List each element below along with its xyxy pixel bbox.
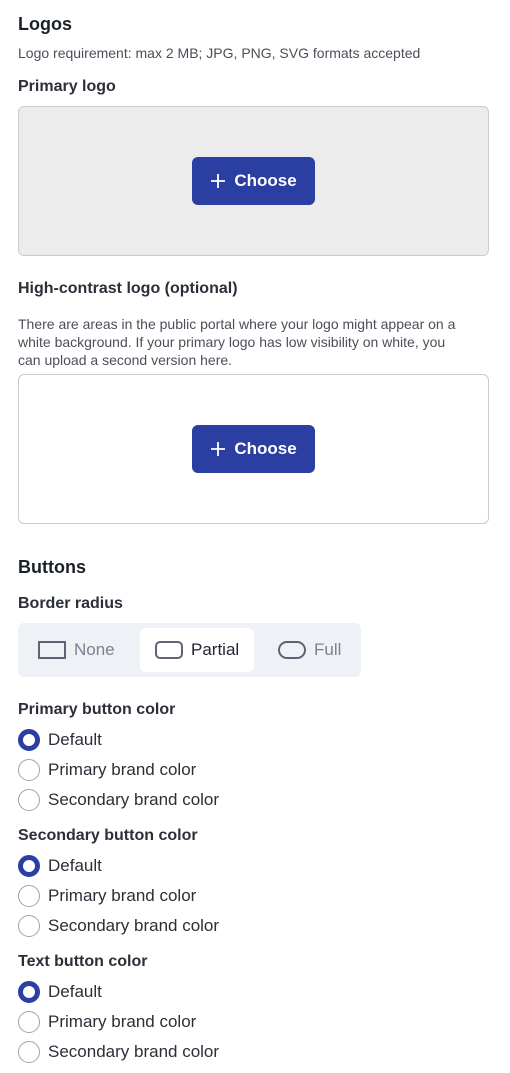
radio-unselected[interactable] <box>18 915 40 937</box>
primary-logo-choose-button[interactable]: Choose <box>192 157 315 205</box>
secondary-color-option-primary-brand[interactable]: Primary brand color <box>18 884 196 908</box>
radio-label: Primary brand color <box>48 760 197 779</box>
buttons-heading: Buttons <box>18 557 86 577</box>
radio-selected[interactable] <box>18 981 40 1003</box>
high-contrast-desc-line: There are areas in the public portal whe… <box>18 316 456 332</box>
radius-option-none[interactable]: None <box>38 628 148 672</box>
rounded-corner-icon <box>155 641 183 659</box>
text-button-color-label: Text button color <box>18 953 148 970</box>
radius-option-label: Full <box>314 640 342 659</box>
radio-selected[interactable] <box>18 855 40 877</box>
high-contrast-desc-line: can upload a second version here. <box>18 352 233 368</box>
radio-label: Primary brand color <box>48 886 197 905</box>
radius-option-label: None <box>74 640 115 659</box>
radio-unselected[interactable] <box>18 759 40 781</box>
primary-logo-label: Primary logo <box>18 78 116 95</box>
radio-selected[interactable] <box>18 729 40 751</box>
high-contrast-logo-label: High-contrast logo (optional) <box>18 280 238 297</box>
plus-icon <box>211 442 226 456</box>
choose-button-label: Choose <box>234 171 297 190</box>
text-color-option-default[interactable]: Default <box>18 980 102 1004</box>
radio-unselected[interactable] <box>18 789 40 811</box>
plus-icon <box>211 174 226 188</box>
border-radius-label: Border radius <box>18 595 123 612</box>
border-radius-segmented-control: None Partial Full <box>18 623 361 677</box>
pill-corner-icon <box>278 641 306 659</box>
choose-button-label: Choose <box>234 439 297 458</box>
secondary-color-option-default[interactable]: Default <box>18 854 102 878</box>
radio-label: Default <box>48 730 102 749</box>
high-contrast-logo-choose-button[interactable]: Choose <box>192 425 315 473</box>
primary-logo-dropzone[interactable]: Choose <box>18 106 489 256</box>
primary-color-option-default[interactable]: Default <box>18 728 102 752</box>
secondary-color-option-secondary-brand[interactable]: Secondary brand color <box>18 914 219 938</box>
radio-label: Primary brand color <box>48 1012 197 1031</box>
radio-label: Default <box>48 856 102 875</box>
radius-option-full[interactable]: Full <box>278 628 358 672</box>
square-corner-icon <box>38 641 66 659</box>
radio-label: Secondary brand color <box>48 916 220 935</box>
radius-option-label: Partial <box>191 640 240 659</box>
radio-label: Secondary brand color <box>48 1042 220 1061</box>
logo-requirement-text: Logo requirement: max 2 MB; JPG, PNG, SV… <box>18 45 421 61</box>
radius-option-partial[interactable]: Partial <box>140 628 254 672</box>
text-color-option-secondary-brand[interactable]: Secondary brand color <box>18 1040 219 1064</box>
primary-button-color-label: Primary button color <box>18 701 176 718</box>
radio-unselected[interactable] <box>18 1011 40 1033</box>
radio-unselected[interactable] <box>18 1041 40 1063</box>
logos-heading: Logos <box>18 14 72 34</box>
high-contrast-description: There are areas in the public portal whe… <box>18 315 455 369</box>
primary-color-option-secondary-brand[interactable]: Secondary brand color <box>18 788 219 812</box>
primary-color-option-primary-brand[interactable]: Primary brand color <box>18 758 196 782</box>
high-contrast-desc-line: white background. If your primary logo h… <box>18 334 446 350</box>
radio-label: Secondary brand color <box>48 790 220 809</box>
secondary-button-color-label: Secondary button color <box>18 827 198 844</box>
high-contrast-logo-dropzone[interactable]: Choose <box>18 374 489 524</box>
radio-label: Default <box>48 982 102 1001</box>
text-color-option-primary-brand[interactable]: Primary brand color <box>18 1010 196 1034</box>
radio-unselected[interactable] <box>18 885 40 907</box>
